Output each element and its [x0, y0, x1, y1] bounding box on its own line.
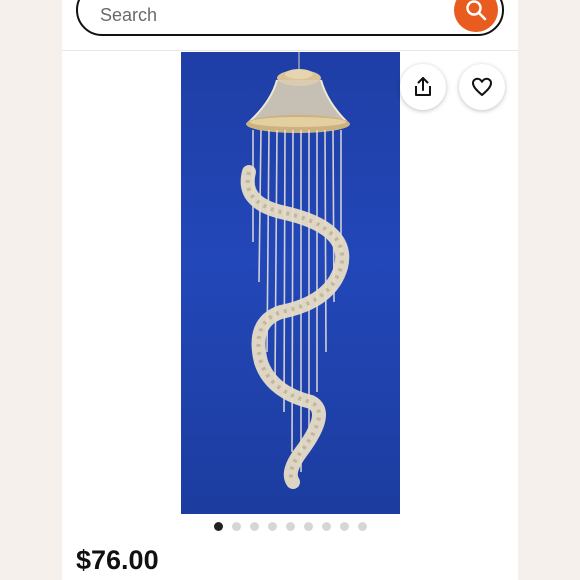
listing-price: $76.00 — [76, 545, 159, 575]
shell-chandelier-illustration — [240, 52, 350, 489]
right-margin — [518, 0, 580, 580]
search-icon — [466, 0, 487, 21]
carousel-dot[interactable] — [214, 522, 223, 531]
favorite-button[interactable] — [459, 64, 505, 110]
search-bar[interactable] — [76, 0, 504, 36]
left-margin — [0, 0, 62, 580]
carousel-dot[interactable] — [250, 522, 259, 531]
image-carousel-dots — [214, 522, 367, 531]
share-button[interactable] — [400, 64, 446, 110]
carousel-dot[interactable] — [304, 522, 313, 531]
carousel-dot[interactable] — [286, 522, 295, 531]
heart-icon — [472, 77, 492, 96]
share-icon — [415, 77, 431, 96]
carousel-dot[interactable] — [322, 522, 331, 531]
listing-page: $76.00 — [62, 0, 518, 580]
carousel-dot[interactable] — [358, 522, 367, 531]
carousel-dot[interactable] — [268, 522, 277, 531]
search-button[interactable] — [454, 0, 498, 32]
product-image[interactable] — [181, 52, 400, 514]
search-input[interactable] — [98, 0, 442, 30]
carousel-dot[interactable] — [340, 522, 349, 531]
top-bar — [62, 0, 518, 51]
carousel-dot[interactable] — [232, 522, 241, 531]
